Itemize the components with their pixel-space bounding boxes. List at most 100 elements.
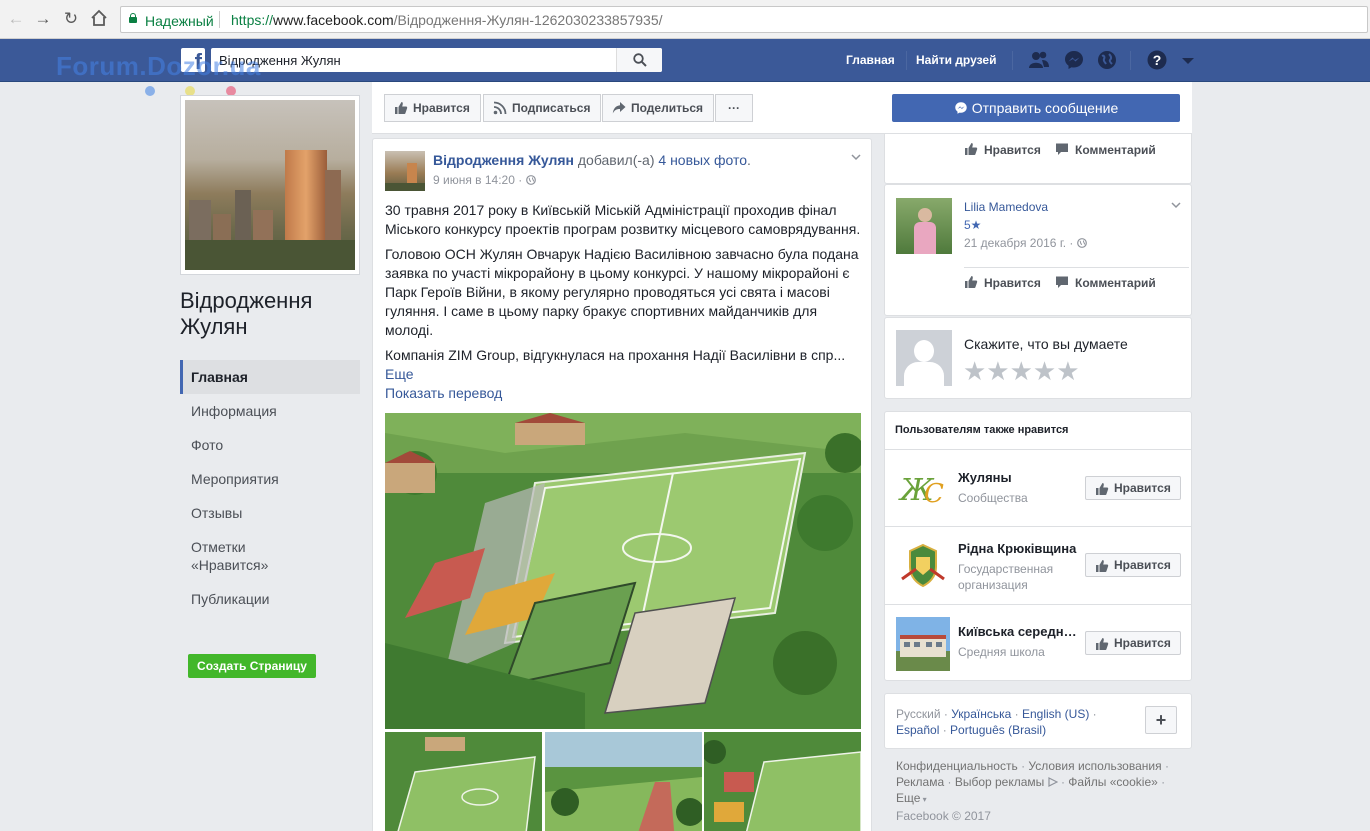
review-comment-button[interactable]: Комментарий	[1055, 143, 1156, 157]
post-paragraph: Компанія ZIM Group, відгукнулася на прох…	[385, 347, 846, 363]
send-message-button[interactable]: Отправить сообщение	[892, 94, 1180, 122]
reviewer-avatar[interactable]	[896, 198, 952, 254]
also-likes-page-name[interactable]: Жуляны	[958, 470, 1084, 485]
also-likes-like-button[interactable]: Нравится	[1085, 631, 1181, 655]
search-input[interactable]	[211, 48, 611, 72]
post-options-chevron-icon[interactable]	[851, 151, 861, 161]
friend-requests-icon[interactable]	[1028, 49, 1050, 71]
thumbs-up-icon	[964, 275, 978, 289]
review-comment-button[interactable]: Комментарий	[1055, 276, 1156, 290]
thumbs-up-icon	[1095, 481, 1109, 495]
also-likes-page-name[interactable]: Рідна Крюківщина	[958, 541, 1084, 556]
also-likes-page-category: Средняя школа	[958, 645, 1045, 659]
more-actions-button[interactable]: ···	[715, 94, 753, 122]
home-link[interactable]: Главная	[846, 53, 895, 67]
find-friends-link[interactable]: Найти друзей	[916, 53, 996, 67]
create-page-button[interactable]: Создать Страницу	[188, 654, 316, 678]
public-globe-icon	[525, 175, 536, 185]
nav-item-events[interactable]: Мероприятия	[180, 462, 280, 496]
also-likes-page-category: Государственная организация	[958, 562, 1054, 592]
review-like-button[interactable]: Нравится	[964, 276, 1041, 290]
page-profile-picture[interactable]	[180, 95, 360, 275]
watermark-dot-blue	[145, 86, 155, 96]
url-text[interactable]: https://www.facebook.com/Відродження-Жул…	[231, 12, 663, 28]
nav-item-home[interactable]: Главная	[180, 360, 360, 394]
post-author-link[interactable]: Відродження Жулян	[433, 152, 574, 168]
like-page-button[interactable]: Нравится	[384, 94, 481, 122]
back-arrow-icon[interactable]: ←	[6, 9, 26, 29]
also-likes-like-button[interactable]: Нравится	[1085, 553, 1181, 577]
post-thumbnail-strip	[385, 732, 861, 831]
footer-link[interactable]: Файлы «cookie»	[1068, 775, 1158, 789]
language-link[interactable]: Українська	[951, 707, 1011, 721]
also-likes-page-picture[interactable]: ЖС	[896, 462, 950, 516]
also-likes-page-picture[interactable]	[896, 617, 950, 671]
default-avatar-icon	[896, 330, 952, 386]
language-card: Русский · Українська · English (US) · Es…	[884, 693, 1192, 749]
footer-link[interactable]: Конфиденциальность	[896, 759, 1018, 773]
post-thumbnail-photo[interactable]	[704, 732, 861, 831]
reviewer-name[interactable]: Lilia Mamedova	[964, 200, 1048, 214]
also-likes-page-name[interactable]: Київська середня школа	[958, 624, 1084, 639]
post-main-photo[interactable]	[385, 413, 861, 729]
post-thumbnail-photo[interactable]	[545, 732, 702, 831]
notifications-globe-icon[interactable]	[1096, 49, 1118, 71]
see-more-link[interactable]: Еще	[385, 365, 863, 384]
nav-item-reviews[interactable]: Отзывы	[180, 496, 360, 530]
review-rating: 5★	[964, 218, 982, 232]
also-likes-page-picture[interactable]	[896, 539, 950, 593]
follow-page-button[interactable]: Подписаться	[483, 94, 602, 122]
also-likes-page-category: Сообщества	[958, 491, 1028, 505]
thumbs-up-icon	[1095, 636, 1109, 650]
account-menu-chevron-icon[interactable]	[1180, 49, 1202, 71]
post-thumbnail-photo[interactable]	[385, 732, 542, 831]
post-timestamp[interactable]: 9 июня в 14:20 ·	[433, 173, 536, 187]
home-icon[interactable]	[89, 9, 109, 29]
language-link[interactable]: Español	[896, 723, 939, 737]
nav-item-likes[interactable]: Отметки «Нравится»	[180, 530, 280, 582]
reload-icon[interactable]: ↻	[61, 9, 81, 29]
more-languages-button[interactable]: +	[1145, 706, 1177, 734]
post-paragraph: Головою ОСН Жулян Овчарук Надією Василів…	[385, 246, 859, 338]
messenger-icon[interactable]	[1063, 49, 1085, 71]
review-options-chevron-icon[interactable]	[1171, 199, 1181, 209]
footer-more-link[interactable]: Еще	[896, 791, 920, 805]
share-page-button[interactable]: Поделиться	[602, 94, 715, 122]
post-body: 30 травня 2017 року в Київській Міській …	[385, 201, 863, 403]
svg-text:?: ?	[1153, 52, 1162, 68]
also-likes-card: Пользователям также нравится ЖС Жуляны С…	[884, 411, 1192, 681]
nav-item-posts[interactable]: Публикации	[180, 582, 360, 616]
svg-text:С: С	[924, 479, 944, 509]
thumbs-up-icon	[394, 101, 408, 115]
forward-arrow-icon[interactable]: →	[33, 9, 53, 29]
nav-item-photos[interactable]: Фото	[180, 428, 360, 462]
search-box	[211, 48, 662, 72]
lock-icon	[129, 13, 137, 23]
page-action-bar: Нравится Подписаться Поделиться ··· Отпр…	[372, 82, 1192, 134]
help-icon[interactable]: ?	[1146, 49, 1168, 71]
rating-stars-input[interactable]: ★★★★★	[963, 356, 1080, 387]
footer-link[interactable]: Реклама	[896, 775, 944, 789]
current-language: Русский	[896, 707, 941, 721]
footer-link[interactable]: Условия использования	[1028, 759, 1161, 773]
write-review-card: Скажите, что вы думаете ★★★★★	[884, 317, 1192, 399]
review-date[interactable]: 21 декабря 2016 г. ·	[964, 236, 1087, 250]
browser-toolbar: ← → ↻ Надежный https://www.facebook.com/…	[0, 0, 1370, 39]
language-link[interactable]: Português (Brasil)	[950, 723, 1046, 737]
review-card: Lilia Mamedova 5★ 21 декабря 2016 г. · Н…	[884, 184, 1192, 316]
also-likes-like-button[interactable]: Нравится	[1085, 476, 1181, 500]
post-author-avatar[interactable]	[385, 151, 425, 191]
footer-link[interactable]: Выбор рекламы	[955, 775, 1044, 789]
facebook-top-bar: f Главная Найти друзей ? Forum.Dozor.ua	[0, 39, 1370, 82]
see-translation-link[interactable]: Показать перевод	[385, 384, 863, 403]
nav-item-info[interactable]: Информация	[180, 394, 280, 428]
new-photos-link[interactable]: 4 новых фото	[658, 152, 747, 168]
language-link[interactable]: English (US)	[1022, 707, 1089, 721]
also-likes-title: Пользователям также нравится	[895, 424, 1069, 436]
thumbs-up-icon	[964, 142, 978, 156]
address-bar[interactable]: Надежный https://www.facebook.com/Відрод…	[120, 6, 1368, 33]
search-button[interactable]	[616, 48, 662, 72]
language-list: Русский · Українська · English (US) · Es…	[896, 707, 1097, 737]
copyright-text: Facebook © 2017	[896, 809, 991, 823]
review-like-button[interactable]: Нравится	[964, 143, 1041, 157]
